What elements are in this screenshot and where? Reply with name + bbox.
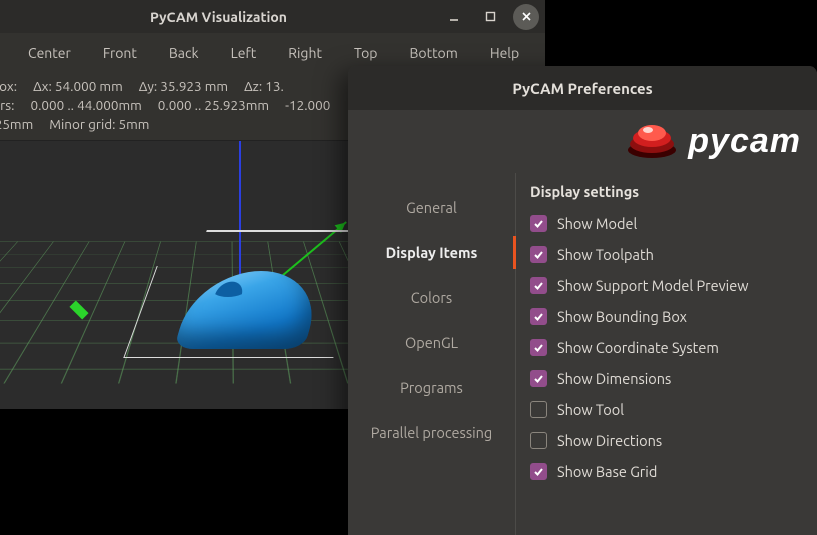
menu-top[interactable]: Top — [338, 37, 394, 69]
viz-titlebar: PyCAM Visualization — [0, 0, 545, 33]
checkbox-show-dim[interactable] — [530, 370, 547, 387]
nav-parallel[interactable]: Parallel processing — [348, 410, 515, 455]
minimize-button[interactable] — [441, 4, 467, 30]
info-segment: orners: — [0, 96, 14, 115]
check-row-show-support: Show Support Model Preview — [528, 270, 805, 301]
check-row-show-bbox: Show Bounding Box — [528, 301, 805, 332]
info-segment: Minor grid: 5mm — [49, 115, 149, 134]
prefs-body: GeneralDisplay ItemsColorsOpenGLPrograms… — [348, 173, 817, 535]
info-segment: Δx: 54.000 mm — [33, 77, 123, 96]
info-segment: 0.000 .. 44.000mm — [30, 96, 141, 115]
menu-help[interactable]: Help — [474, 37, 535, 69]
check-row-show-dim: Show Dimensions — [528, 363, 805, 394]
checkbox-show-toolpath[interactable] — [530, 246, 547, 263]
check-row-show-tool: Show Tool — [528, 394, 805, 425]
checkbox-label: Show Toolpath — [557, 246, 654, 263]
nav-general[interactable]: General — [348, 185, 515, 230]
prefs-content: Display settings Show Model Show Toolpath… — [516, 173, 817, 535]
checkbox-label: Show Support Model Preview — [557, 277, 748, 294]
info-segment: Δy: 35.923 mm — [139, 77, 228, 96]
menu-front[interactable]: Front — [87, 37, 153, 69]
checkbox-label: Show Coordinate System — [557, 339, 719, 356]
checkbox-label: Show Model — [557, 215, 637, 232]
check-row-show-toolpath: Show Toolpath — [528, 239, 805, 270]
close-button[interactable] — [513, 4, 539, 30]
checkbox-show-bbox[interactable] — [530, 308, 547, 325]
info-segment: Δz: 13. — [244, 77, 284, 96]
check-row-show-grid: Show Base Grid — [528, 456, 805, 487]
info-segment: 0.000 .. 25.923mm — [158, 96, 269, 115]
prefs-nav: GeneralDisplay ItemsColorsOpenGLPrograms… — [348, 173, 516, 535]
pycam-logo: pycam — [620, 116, 807, 167]
checkbox-label: Show Bounding Box — [557, 308, 687, 325]
menu-left[interactable]: Left — [215, 37, 273, 69]
nav-programs[interactable]: Programs — [348, 365, 515, 410]
nav-opengl[interactable]: OpenGL — [348, 320, 515, 365]
checkbox-label: Show Dimensions — [557, 370, 671, 387]
checkbox-show-model[interactable] — [530, 215, 547, 232]
pycam-logo-text: pycam — [688, 122, 801, 161]
nav-colors[interactable]: Colors — [348, 275, 515, 320]
check-row-show-coord: Show Coordinate System — [528, 332, 805, 363]
checkbox-label: Show Tool — [557, 401, 624, 418]
viz-window-title: PyCAM Visualization — [6, 9, 431, 25]
menu-right[interactable]: Right — [272, 37, 338, 69]
checkbox-show-dir[interactable] — [530, 432, 547, 449]
nav-display-items[interactable]: Display Items — [348, 230, 515, 275]
info-segment: -12.000 — [285, 96, 330, 115]
checkbox-show-tool[interactable] — [530, 401, 547, 418]
pycam-logo-icon — [626, 120, 678, 163]
info-segment: ng Box: — [0, 77, 17, 96]
section-heading: Display settings — [530, 183, 805, 200]
checkbox-label: Show Base Grid — [557, 463, 657, 480]
maximize-button[interactable] — [477, 4, 503, 30]
prefs-logo-area: pycam — [348, 110, 817, 173]
prefs-window-title: PyCAM Preferences — [512, 80, 652, 97]
menu-back[interactable]: Back — [153, 37, 215, 69]
checkbox-show-support[interactable] — [530, 277, 547, 294]
menu-center[interactable]: Center — [12, 37, 87, 69]
check-row-show-model: Show Model — [528, 208, 805, 239]
info-segment: rid: 25mm — [0, 115, 33, 134]
checkbox-show-grid[interactable] — [530, 463, 547, 480]
preferences-window: PyCAM Preferences pycam GeneralDisplay I… — [348, 66, 817, 535]
check-row-show-dir: Show Directions — [528, 425, 805, 456]
checkbox-label: Show Directions — [557, 432, 662, 449]
prefs-titlebar: PyCAM Preferences — [348, 66, 817, 110]
checkbox-show-coord[interactable] — [530, 339, 547, 356]
menu-bottom[interactable]: Bottom — [393, 37, 473, 69]
